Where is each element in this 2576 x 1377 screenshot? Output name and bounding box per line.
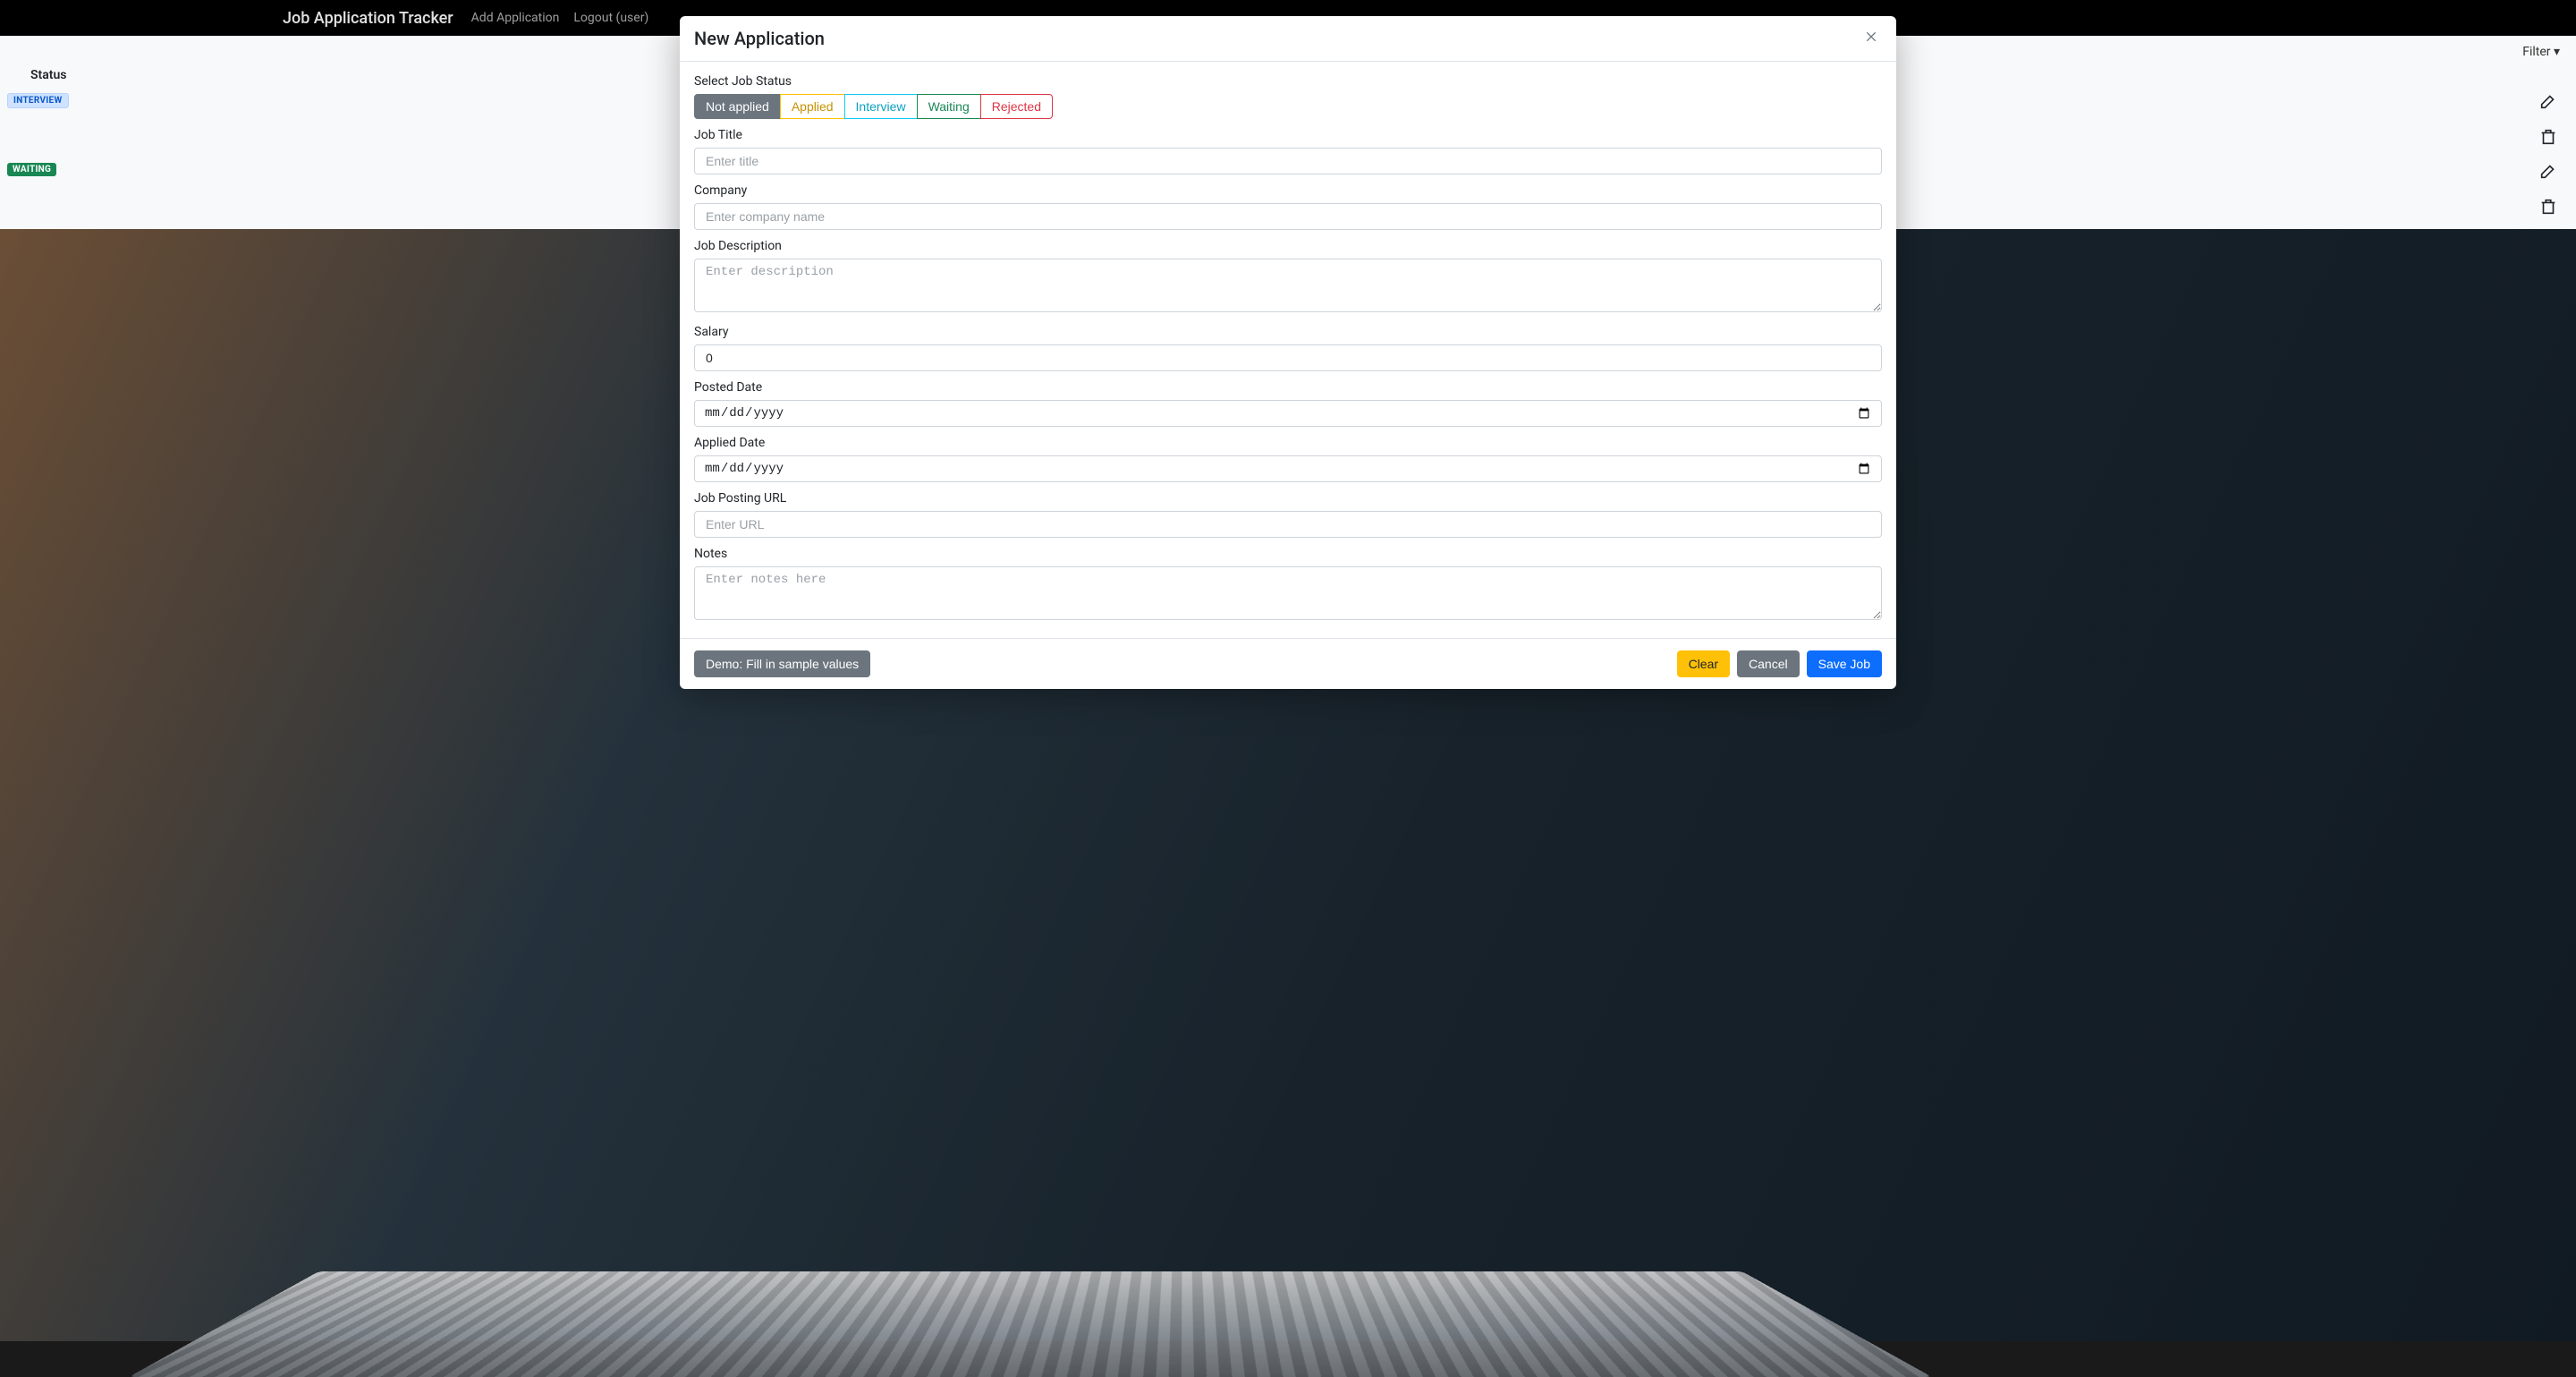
- posted-date-label: Posted Date: [694, 380, 1882, 395]
- notes-label: Notes: [694, 547, 1882, 561]
- job-title-label: Job Title: [694, 128, 1882, 142]
- modal-header: New Application: [680, 16, 1896, 62]
- modal-title: New Application: [694, 28, 825, 49]
- modal-footer: Demo: Fill in sample values Clear Cancel…: [680, 638, 1896, 689]
- description-label: Job Description: [694, 239, 1882, 253]
- save-button[interactable]: Save Job: [1807, 650, 1882, 677]
- url-input[interactable]: [694, 511, 1882, 538]
- url-label: Job Posting URL: [694, 491, 1882, 506]
- status-option-not-applied[interactable]: Not applied: [694, 94, 781, 119]
- status-option-waiting[interactable]: Waiting: [917, 94, 981, 119]
- notes-input[interactable]: [694, 566, 1882, 620]
- salary-label: Salary: [694, 325, 1882, 339]
- modal-body: Select Job Status Not applied Applied In…: [680, 62, 1896, 638]
- close-button[interactable]: [1860, 28, 1882, 49]
- modal-backdrop: New Application Select Job Status Not ap…: [0, 0, 2576, 1341]
- cancel-button[interactable]: Cancel: [1737, 650, 1800, 677]
- posted-date-input[interactable]: [694, 400, 1882, 427]
- status-option-interview[interactable]: Interview: [844, 94, 918, 119]
- status-label: Select Job Status: [694, 74, 1882, 89]
- close-icon: [1864, 30, 1878, 44]
- new-application-modal: New Application Select Job Status Not ap…: [680, 16, 1896, 689]
- clear-button[interactable]: Clear: [1677, 650, 1730, 677]
- demo-fill-button[interactable]: Demo: Fill in sample values: [694, 650, 870, 677]
- description-input[interactable]: [694, 259, 1882, 312]
- status-group: Select Job Status Not applied Applied In…: [694, 74, 1882, 119]
- company-input[interactable]: [694, 203, 1882, 230]
- salary-input[interactable]: [694, 344, 1882, 371]
- job-title-input[interactable]: [694, 148, 1882, 174]
- applied-date-input[interactable]: [694, 455, 1882, 482]
- company-label: Company: [694, 183, 1882, 198]
- status-toggle-group: Not applied Applied Interview Waiting Re…: [694, 94, 1053, 119]
- applied-date-label: Applied Date: [694, 436, 1882, 450]
- status-option-applied[interactable]: Applied: [780, 94, 845, 119]
- status-option-rejected[interactable]: Rejected: [980, 94, 1053, 119]
